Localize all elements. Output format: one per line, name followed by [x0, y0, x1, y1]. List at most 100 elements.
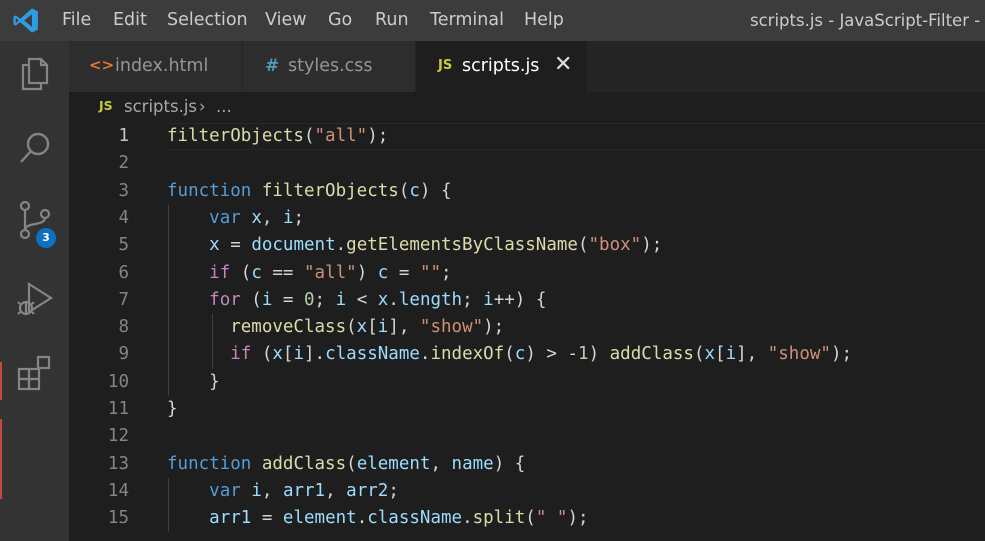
close-icon[interactable]: ✕ [554, 52, 572, 77]
menu-view[interactable]: View [265, 10, 307, 30]
code-token: ( [693, 344, 705, 365]
code-token: "show" [419, 317, 484, 338]
activity-run-debug[interactable] [0, 266, 69, 330]
line-number: 9 [118, 344, 129, 365]
code-line[interactable]: 13 function addClass(element, name) { [69, 451, 985, 478]
code-token: getElementsByClassName [346, 235, 578, 256]
code-text: if (x[i].className.indexOf(c) > -1) addC… [167, 344, 852, 364]
activity-search[interactable] [0, 116, 69, 180]
code-token: "show" [767, 344, 831, 365]
vscode-logo-icon[interactable] [12, 7, 39, 34]
code-line[interactable]: 9 if (x[i].className.indexOf(c) > -1) ad… [69, 341, 985, 368]
code-token: ); [830, 344, 853, 365]
code-token: function [167, 180, 252, 201]
line-number: 15 [107, 508, 129, 529]
menu-go[interactable]: Go [328, 10, 352, 30]
code-token: 1 [578, 344, 589, 365]
code-text: function filterObjects(c) { [167, 181, 452, 201]
code-text: if (c == "all") c = ""; [167, 262, 451, 283]
activity-accent [0, 419, 2, 499]
code-text: var i, arr1, arr2; [167, 481, 399, 501]
code-token: 0 [304, 289, 315, 310]
source-control-badge: 3 [36, 228, 56, 248]
code-line[interactable]: 5 x = document.getElementsByClassName("b… [69, 232, 985, 259]
code-token: element [282, 508, 357, 529]
code-token: ; [388, 480, 399, 501]
code-line[interactable]: 7 for (i = 0; i < x.length; i++) { [69, 287, 985, 314]
code-line[interactable]: 14 var i, arr1, arr2; [69, 478, 985, 505]
menu-terminal[interactable]: Terminal [430, 10, 504, 30]
code-line[interactable]: 12 [69, 423, 985, 450]
code-text: var x, i; [167, 208, 304, 228]
line-number: 14 [107, 480, 129, 501]
code-editor[interactable]: 1 filterObjects("all"); 2 3 function filterO… [69, 123, 985, 541]
menu-file[interactable]: File [62, 10, 91, 30]
code-line[interactable]: 11} [69, 396, 985, 423]
code-line[interactable]: 8 removeClass(x[i], "show"); [69, 314, 985, 341]
code-token: "box" [588, 235, 642, 256]
menu-selection[interactable]: Selection [167, 10, 248, 30]
title-bar: File Edit Selection View Go Run Terminal… [0, 0, 985, 41]
activity-extensions[interactable] [0, 341, 69, 405]
line-number: 2 [118, 153, 129, 174]
code-text: arr1 = element.className.split(" "); [167, 508, 588, 529]
code-token: addClass [261, 453, 347, 474]
breadcrumb-file[interactable]: scripts.js [124, 97, 197, 116]
breadcrumb: JS scripts.js › ... [69, 92, 985, 123]
code-token: ( [251, 344, 273, 365]
code-text: removeClass(x[i], "show"); [167, 317, 504, 337]
line-number: 8 [118, 317, 129, 338]
code-line[interactable]: 3 function filterObjects(c) { [69, 178, 985, 205]
code-token: ); [641, 235, 663, 256]
code-token: i [377, 317, 389, 338]
menu-help[interactable]: Help [524, 10, 564, 30]
tab-index-html[interactable]: <> index.html [69, 41, 243, 92]
code-token: = [388, 262, 420, 283]
code-token: ) > - [525, 344, 579, 365]
code-token: var [209, 480, 241, 501]
code-token: ); [483, 317, 505, 338]
line-number: 11 [107, 399, 129, 419]
code-line[interactable]: 4 var x, i; [69, 205, 985, 232]
code-line[interactable]: 1 filterObjects("all"); [69, 123, 985, 150]
code-token: < [346, 289, 378, 310]
activity-explorer[interactable] [0, 41, 69, 105]
code-token: ( [525, 508, 536, 529]
tab-styles-css[interactable]: # styles.css [243, 41, 416, 92]
code-token: x [272, 344, 283, 365]
code-token: . [419, 344, 431, 365]
explorer-icon [21, 57, 49, 91]
tab-bar: <> index.html # styles.css JS scripts.js… [69, 41, 985, 92]
code-line[interactable]: 15 arr1 = element.className.split(" "); [69, 505, 985, 532]
menu-run[interactable]: Run [375, 10, 409, 30]
menu-edit[interactable]: Edit [113, 10, 147, 30]
code-token: i [293, 344, 305, 365]
code-token: ( [303, 126, 315, 146]
code-line[interactable]: 10 } [69, 369, 985, 396]
activity-source-control[interactable]: 3 [0, 186, 69, 250]
line-number: 4 [118, 207, 129, 228]
code-token: length [398, 289, 463, 310]
code-token: for [209, 289, 241, 310]
breadcrumb-symbol[interactable]: ... [216, 97, 232, 116]
code-token: x [209, 235, 220, 256]
tab-label: styles.css [288, 56, 373, 76]
code-token: x [356, 317, 368, 338]
activity-bar: 3 [0, 41, 69, 541]
code-token: ) { [493, 453, 526, 474]
code-line[interactable]: 2 [69, 150, 985, 177]
code-token: , [430, 453, 452, 474]
code-token: "all" [314, 126, 368, 146]
code-token: ) { [419, 180, 452, 201]
line-number: 12 [107, 426, 129, 447]
code-line[interactable]: 6 if (c == "all") c = ""; [69, 260, 985, 287]
tab-scripts-js[interactable]: JS scripts.js ✕ [416, 41, 588, 92]
code-token: ++) { [493, 289, 547, 310]
